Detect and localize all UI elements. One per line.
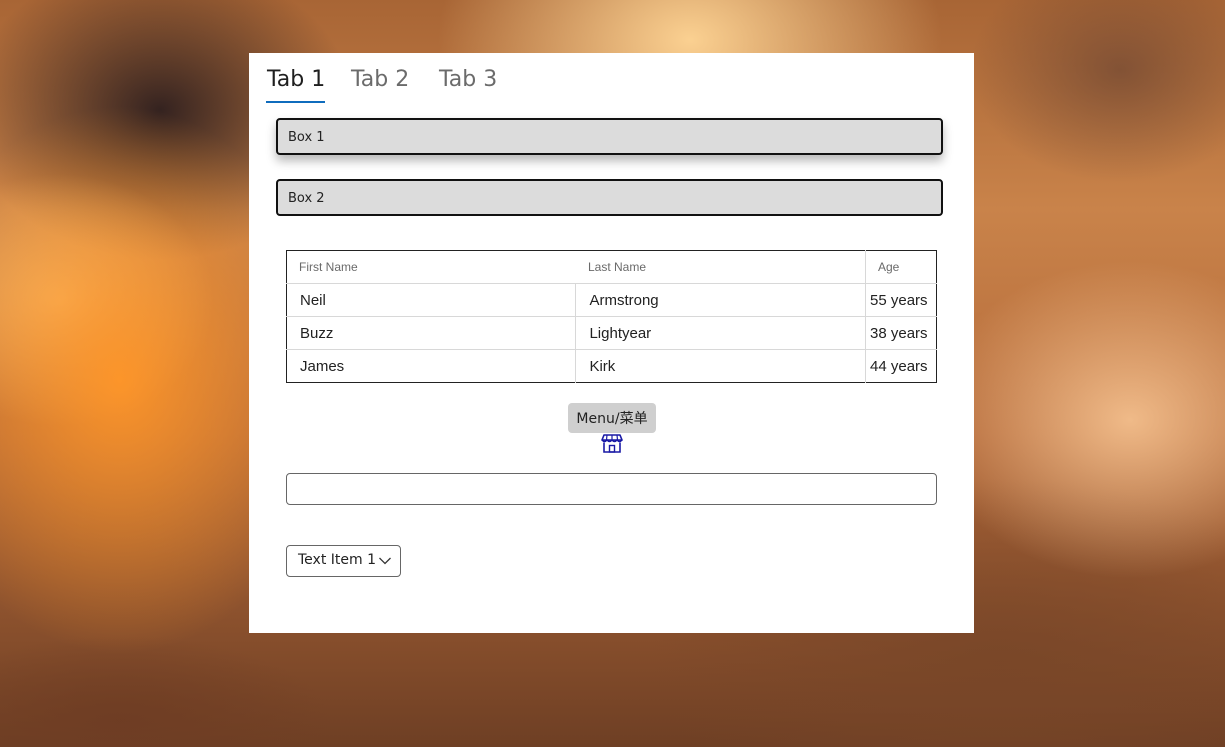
column-header-first-name[interactable]: First Name [286, 250, 576, 284]
tab-2[interactable]: Tab 2 [351, 67, 409, 92]
box-2: Box 2 [276, 179, 943, 216]
table-header-row: First Name Last Name Age [286, 250, 937, 284]
column-header-age[interactable]: Age [865, 250, 937, 284]
first-name-cell: James [300, 357, 345, 375]
store-icon[interactable] [601, 433, 623, 453]
last-name-cell: Armstrong [575, 283, 866, 317]
tab-1[interactable]: Tab 1 [267, 67, 325, 92]
dropdown-selected-value: Text Item 1 [298, 552, 376, 568]
first-name-cell: Neil [286, 283, 576, 317]
age-cell: 38 years [865, 316, 937, 350]
people-table: First Name Last Name Age Neil Armstrong … [286, 250, 937, 383]
first-name-cell: Buzz [286, 316, 576, 350]
chevron-down-icon [379, 557, 391, 565]
age-cell: 44 years [865, 349, 937, 383]
text-input[interactable] [286, 473, 937, 505]
column-header-last-name[interactable]: Last Name [575, 250, 866, 284]
tab-3[interactable]: Tab 3 [439, 67, 497, 92]
age-cell: 55 years [865, 283, 937, 317]
dropdown-select[interactable]: Text Item 1 [286, 545, 401, 577]
box-1: Box 1 [276, 118, 943, 155]
last-name-cell: Kirk [575, 349, 866, 383]
main-card: Tab 1 Tab 2 Tab 3 Box 1 Box 2 First Name… [249, 53, 974, 633]
table-row[interactable]: James Kirk 44 years [287, 349, 937, 383]
active-tab-indicator [266, 101, 325, 103]
table-row[interactable]: Neil Armstrong 55 years [286, 283, 937, 317]
menu-button[interactable]: Menu/菜单 [568, 403, 656, 433]
last-name-cell: Lightyear [575, 316, 866, 350]
table-row[interactable]: Buzz Lightyear 38 years [286, 316, 937, 350]
